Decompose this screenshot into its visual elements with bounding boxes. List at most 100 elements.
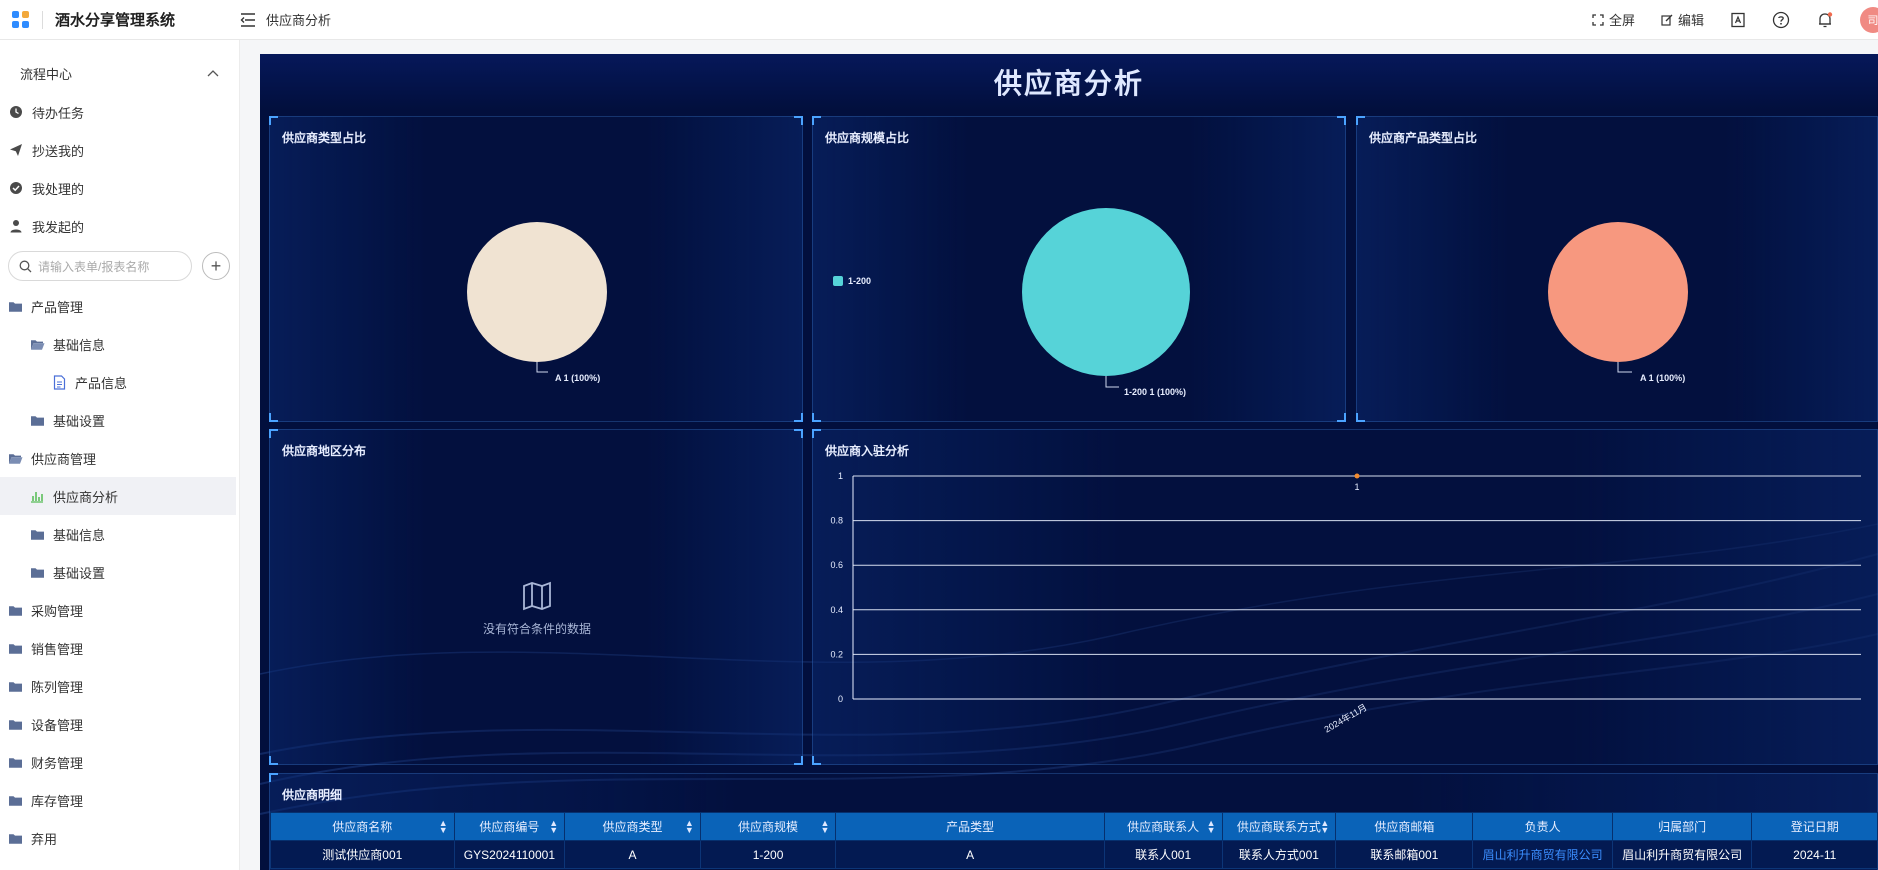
- edit-button[interactable]: 编辑: [1661, 10, 1704, 29]
- edit-label: 编辑: [1677, 13, 1704, 28]
- column-header[interactable]: 供应商规模 ▲ ▼: [699, 812, 837, 841]
- data-label: 1: [1354, 482, 1359, 492]
- sort-icon[interactable]: ▲ ▼: [549, 819, 558, 835]
- sidebar-tree-label: 设备管理: [31, 717, 84, 733]
- quick-item-label: 我处理的: [32, 181, 85, 197]
- dashboard: 供应商分析 供应商类型占比 A 1 (100%) 供应商规模占比 1-200 1…: [260, 54, 1878, 870]
- onboarding-line-chart: 0 0.2 0.4 0.6 0.8 1 1 2024年11月: [830, 471, 1861, 735]
- sidebar-tree-item[interactable]: 供应商管理: [0, 439, 236, 477]
- table-cell: 测试供应商001: [270, 840, 455, 869]
- column-header-label: 供应商类型: [602, 820, 663, 834]
- folder-icon: [7, 716, 23, 732]
- notification-bell-icon[interactable]: [1816, 11, 1834, 29]
- sidebar-tree-label: 财务管理: [31, 755, 84, 771]
- top-actions: 全屏 编辑 司: [1592, 6, 1878, 33]
- quick-item[interactable]: 我处理的: [0, 169, 239, 207]
- pie-slice[interactable]: [467, 222, 607, 362]
- column-header[interactable]: 供应商联系人 ▲ ▼: [1103, 812, 1223, 841]
- search-icon: [19, 260, 32, 272]
- breadcrumb-current: 供应商分析: [266, 13, 332, 28]
- quick-item-label: 我发起的: [32, 219, 85, 235]
- sidebar-tree-item[interactable]: 基础信息: [0, 515, 236, 553]
- add-button[interactable]: +: [202, 252, 230, 280]
- edit-icon: [1661, 14, 1673, 26]
- breadcrumb: 供应商分析: [240, 10, 331, 29]
- menu-fold-icon[interactable]: [240, 12, 256, 27]
- top-bar: 酒水分享管理系统 供应商分析 全屏 编辑 司: [0, 0, 1878, 40]
- sidebar-tree-item[interactable]: 基础设置: [0, 401, 236, 439]
- sidebar-tree-label: 产品信息: [75, 375, 128, 391]
- table-cell: 联系人001: [1103, 840, 1223, 869]
- sort-icon[interactable]: ▲ ▼: [1320, 819, 1329, 835]
- table-cell: A: [835, 840, 1105, 869]
- pie-label-line: [536, 362, 548, 373]
- sidebar-tree-item[interactable]: 库存管理: [0, 781, 236, 819]
- column-header[interactable]: 登记日期: [1751, 812, 1878, 841]
- process-center-label: 流程中心: [20, 66, 73, 82]
- sidebar-tree-item[interactable]: 基础信息: [0, 325, 236, 363]
- sidebar-tree-item[interactable]: 财务管理: [0, 743, 236, 781]
- line-point[interactable]: [1354, 473, 1360, 479]
- sidebar-tree-item[interactable]: 陈列管理: [0, 667, 236, 705]
- contact-card-icon[interactable]: [1730, 12, 1746, 28]
- quick-item[interactable]: 我发起的: [0, 207, 239, 245]
- scale-ratio-pie: [1022, 208, 1190, 388]
- table-cell: 联系邮箱001: [1335, 840, 1474, 869]
- sort-icon[interactable]: ▲ ▼: [1207, 819, 1216, 835]
- fullscreen-button[interactable]: 全屏: [1592, 10, 1635, 29]
- sort-icon[interactable]: ▲ ▼: [820, 819, 829, 835]
- table-row[interactable]: 测试供应商001 GYS2024110001 A 1-200 A 联系人001 联系人方式0…: [270, 840, 1878, 869]
- help-icon[interactable]: [1772, 11, 1790, 29]
- table-cell[interactable]: 眉山利升商贸有限公司: [1472, 840, 1613, 869]
- sort-icon[interactable]: ▲ ▼: [439, 819, 448, 835]
- y-tick-label: 0.8: [830, 516, 843, 526]
- folder-icon: [29, 564, 45, 580]
- pie-data-label: A 1 (100%): [555, 373, 601, 383]
- column-header[interactable]: 供应商联系方式 ▲ ▼: [1221, 812, 1337, 841]
- search-placeholder: 请输入表单/报表名称: [38, 259, 150, 274]
- user-icon: [8, 218, 24, 234]
- y-tick-label: 0.2: [830, 649, 843, 659]
- column-header[interactable]: 归属部门: [1611, 812, 1753, 841]
- send-icon: [8, 142, 24, 158]
- column-header-label: 供应商联系方式: [1236, 820, 1321, 834]
- sidebar-tree-item[interactable]: 产品信息: [0, 363, 236, 401]
- sidebar-tree-label: 弃用: [31, 831, 58, 847]
- pie-slice[interactable]: [1022, 208, 1190, 376]
- sidebar-tree-item[interactable]: 产品管理: [0, 287, 236, 325]
- column-header-label: 登记日期: [1790, 820, 1839, 834]
- sidebar-tree-item[interactable]: 采购管理: [0, 591, 236, 629]
- column-header[interactable]: 产品类型: [835, 812, 1105, 841]
- empty-text: 没有符合条件的数据: [482, 622, 591, 636]
- sidebar-tree-item[interactable]: 销售管理: [0, 629, 236, 667]
- table-body: 测试供应商001 GYS2024110001 A 1-200 A 联系人001 联系人方式0…: [270, 840, 1878, 869]
- sort-icon[interactable]: ▲ ▼: [685, 819, 694, 835]
- quick-item[interactable]: 待办任务: [0, 93, 239, 131]
- folder-open-icon: [29, 336, 45, 352]
- type-ratio-panel: 供应商类型占比 A 1 (100%): [269, 116, 803, 422]
- sidebar-tree-item[interactable]: 设备管理: [0, 705, 236, 743]
- table-cell: 眉山利升商贸有限公司: [1611, 840, 1753, 869]
- column-header[interactable]: 供应商名称 ▲ ▼: [270, 812, 455, 841]
- app-logo-icon: [12, 10, 30, 29]
- search-input[interactable]: 请输入表单/报表名称: [8, 251, 192, 281]
- pie-data-label: A 1 (100%): [1640, 373, 1686, 383]
- sidebar-tree-item[interactable]: 弃用: [0, 819, 236, 857]
- column-header[interactable]: 供应商编号 ▲ ▼: [453, 812, 566, 841]
- product-type-ratio-pie: [1548, 222, 1688, 373]
- column-header[interactable]: 负责人: [1472, 812, 1613, 841]
- map-icon: [523, 581, 551, 611]
- onboarding-panel: 供应商入驻分析 0 0.2 0.4 0.6 0.8 1 1 2024年11月: [812, 429, 1878, 765]
- process-center-header[interactable]: 流程中心: [0, 53, 239, 93]
- document-icon: [51, 374, 67, 390]
- chart-icon: [29, 488, 45, 504]
- sidebar-tree-item[interactable]: 供应商分析: [0, 477, 236, 515]
- user-avatar[interactable]: 司: [1860, 6, 1878, 33]
- sidebar-tree-label: 销售管理: [31, 641, 84, 657]
- column-header[interactable]: 供应商类型 ▲ ▼: [564, 812, 701, 841]
- pie-slice[interactable]: [1548, 222, 1688, 362]
- sidebar-tree-item[interactable]: 基础设置: [0, 553, 236, 591]
- quick-item[interactable]: 抄送我的: [0, 131, 239, 169]
- column-header[interactable]: 供应商邮箱: [1335, 812, 1474, 841]
- sidebar-tree-label: 采购管理: [31, 603, 84, 619]
